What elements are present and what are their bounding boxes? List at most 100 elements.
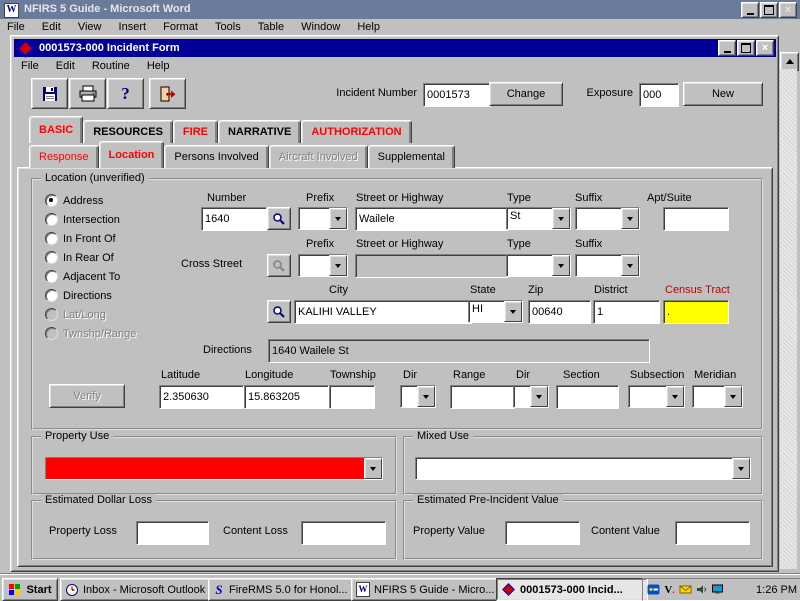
content-loss-field[interactable]: [301, 521, 386, 545]
scrollbar-track[interactable]: [780, 69, 797, 569]
radio-address[interactable]: Address: [45, 194, 103, 207]
cross-suffix-select[interactable]: [575, 254, 640, 277]
word-close-button[interactable]: ×: [779, 2, 797, 18]
property-use-select[interactable]: [45, 457, 383, 480]
property-loss-field[interactable]: [136, 521, 209, 545]
dialog-menu-file[interactable]: File: [14, 58, 46, 74]
street-lookup-button[interactable]: [267, 207, 291, 230]
save-button[interactable]: [31, 78, 68, 109]
word-menu-edit[interactable]: Edit: [35, 19, 68, 35]
word-maximize-button[interactable]: [760, 2, 778, 18]
help-button[interactable]: ?: [107, 78, 144, 109]
chevron-down-icon[interactable]: [666, 386, 684, 407]
tab-location[interactable]: Location: [99, 141, 165, 168]
tray-icon-2[interactable]: V.: [662, 582, 677, 597]
tab-authorization[interactable]: AUTHORIZATION: [301, 120, 411, 143]
word-minimize-button[interactable]: [741, 2, 759, 18]
meridian-select[interactable]: [692, 385, 743, 408]
word-menu-table[interactable]: Table: [251, 19, 291, 35]
chevron-down-icon[interactable]: [724, 386, 742, 407]
word-menu-file[interactable]: File: [0, 19, 32, 35]
district-field[interactable]: [593, 300, 660, 324]
township-field[interactable]: [329, 385, 375, 409]
word-menu-help[interactable]: Help: [350, 19, 387, 35]
tab-persons-involved[interactable]: Persons Involved: [164, 145, 268, 168]
tab-aircraft-involved[interactable]: Aircraft Involved: [269, 145, 368, 168]
word-menu-insert[interactable]: Insert: [112, 19, 154, 35]
print-button[interactable]: [69, 78, 106, 109]
tray-icon-3[interactable]: [678, 582, 693, 597]
apt-suite-field[interactable]: [663, 207, 729, 231]
radio-directions[interactable]: Directions: [45, 289, 112, 302]
start-button[interactable]: Start: [2, 578, 58, 601]
tab-resources[interactable]: RESOURCES: [83, 120, 173, 143]
dir1-select[interactable]: [400, 385, 436, 408]
word-menu-format[interactable]: Format: [156, 19, 205, 35]
chevron-down-icon[interactable]: [621, 208, 639, 229]
dialog-menu-routine[interactable]: Routine: [85, 58, 137, 74]
city-field[interactable]: [294, 300, 472, 324]
street-number-field[interactable]: [201, 207, 267, 231]
incident-number-field[interactable]: [423, 83, 491, 107]
mixed-use-select[interactable]: [415, 457, 751, 480]
chevron-down-icon[interactable]: [329, 255, 347, 276]
chevron-down-icon[interactable]: [732, 458, 750, 479]
cross-street-lookup-button[interactable]: [267, 254, 291, 277]
street-type-select[interactable]: St: [506, 207, 571, 230]
tab-response[interactable]: Response: [29, 145, 99, 168]
chevron-down-icon[interactable]: [621, 255, 639, 276]
latitude-field[interactable]: [159, 385, 244, 409]
chevron-down-icon[interactable]: [417, 386, 435, 407]
cross-type-select[interactable]: [506, 254, 571, 277]
range-field[interactable]: [450, 385, 515, 409]
word-menu-view[interactable]: View: [71, 19, 109, 35]
tray-icon-speaker[interactable]: [694, 582, 709, 597]
dir2-select[interactable]: [513, 385, 549, 408]
street-name-field[interactable]: [355, 207, 508, 231]
taskbar-item-incident-form[interactable]: 0001573-000 Incid...: [496, 578, 648, 601]
property-value-field[interactable]: [505, 521, 580, 545]
chevron-down-icon[interactable]: [530, 386, 548, 407]
zip-field[interactable]: [528, 300, 591, 324]
chevron-down-icon[interactable]: [552, 255, 570, 276]
word-menu-tools[interactable]: Tools: [208, 19, 248, 35]
radio-adjacent-to[interactable]: Adjacent To: [45, 270, 120, 283]
subsection-select[interactable]: [628, 385, 685, 408]
radio-in-front-of[interactable]: In Front Of: [45, 232, 116, 245]
tray-icon-1[interactable]: [646, 582, 661, 597]
city-lookup-button[interactable]: [267, 300, 291, 323]
chevron-down-icon[interactable]: [329, 208, 347, 229]
longitude-field[interactable]: [244, 385, 329, 409]
dialog-close-button[interactable]: ×: [756, 40, 774, 56]
exposure-field[interactable]: [639, 83, 679, 107]
chevron-down-icon[interactable]: [504, 301, 522, 322]
word-menu-window[interactable]: Window: [294, 19, 347, 35]
cross-prefix-select[interactable]: [298, 254, 348, 277]
tab-basic[interactable]: BASIC: [29, 116, 83, 143]
chevron-down-icon[interactable]: [364, 458, 382, 479]
radio-intersection[interactable]: Intersection: [45, 213, 120, 226]
tab-supplemental[interactable]: Supplemental: [368, 145, 455, 168]
radio-in-rear-of[interactable]: In Rear Of: [45, 251, 114, 264]
state-select[interactable]: HI: [468, 300, 523, 323]
dialog-maximize-button[interactable]: [737, 40, 755, 56]
section-field[interactable]: [556, 385, 619, 409]
dialog-menu-edit[interactable]: Edit: [49, 58, 82, 74]
change-button[interactable]: Change: [489, 82, 563, 106]
content-value-field[interactable]: [675, 521, 750, 545]
suffix-select[interactable]: [575, 207, 640, 230]
taskbar-item-outlook[interactable]: Inbox - Microsoft Outlook: [60, 578, 215, 601]
tab-fire[interactable]: FIRE: [173, 120, 218, 143]
exit-button[interactable]: [149, 78, 186, 109]
taskbar-item-word[interactable]: W NFIRS 5 Guide - Micro...: [351, 578, 503, 601]
new-button[interactable]: New: [683, 82, 763, 106]
directions-field[interactable]: [268, 339, 650, 363]
taskbar-item-firerms[interactable]: S FireRMS 5.0 for Honol...: [208, 578, 358, 601]
dialog-minimize-button[interactable]: [718, 40, 736, 56]
census-tract-field[interactable]: [663, 300, 729, 324]
tray-icon-display[interactable]: [710, 582, 725, 597]
prefix-select[interactable]: [298, 207, 348, 230]
tab-narrative[interactable]: NARRATIVE: [218, 120, 301, 143]
dialog-menu-help[interactable]: Help: [140, 58, 177, 74]
chevron-down-icon[interactable]: [552, 208, 570, 229]
